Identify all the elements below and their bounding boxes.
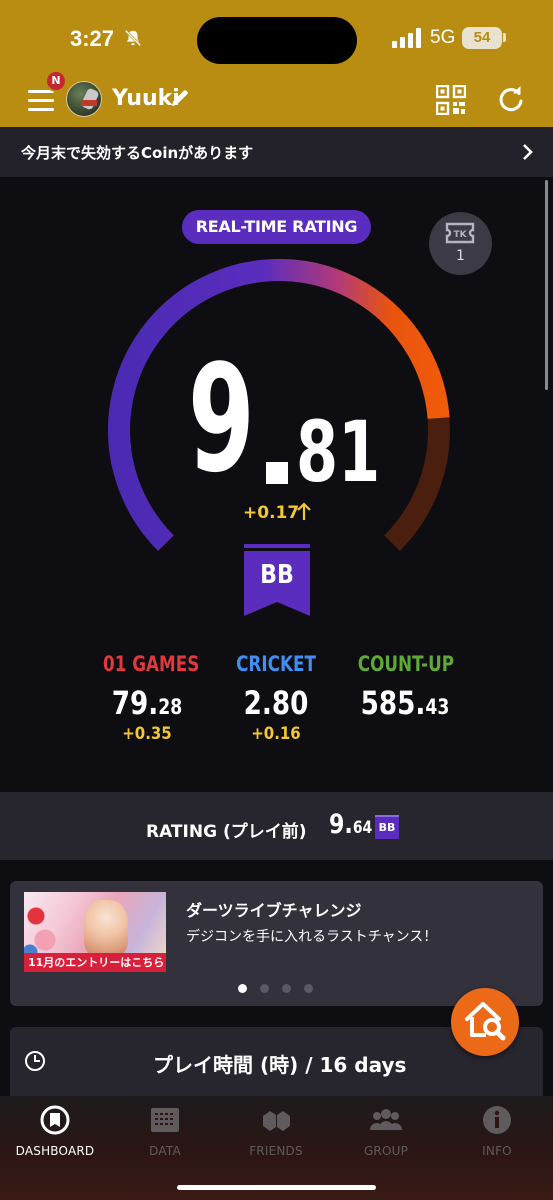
stat-delta: +0.35 bbox=[122, 724, 172, 744]
tab-label: INFO bbox=[482, 1144, 512, 1158]
tab-label: GROUP bbox=[363, 1144, 409, 1158]
menu-button[interactable] bbox=[28, 90, 54, 112]
carousel-dots bbox=[238, 984, 318, 994]
menu-bar bbox=[28, 108, 54, 111]
event-carousel-card[interactable]: 11月のエントリーはこちら ▶ ダーツライブチャレンジ デジコンを手に入れるラス… bbox=[10, 881, 543, 1006]
battery-indicator: 54 bbox=[462, 27, 502, 49]
home-search-icon bbox=[465, 1002, 506, 1041]
tab-dashboard[interactable]: DASHBOARD bbox=[0, 1104, 110, 1164]
status-bar: 3:27 5G 54 bbox=[0, 0, 553, 78]
tab-label: DATA bbox=[149, 1144, 181, 1158]
carousel-dot[interactable] bbox=[238, 984, 247, 993]
rating-delta: +0.17 bbox=[243, 503, 300, 523]
tab-group[interactable]: GROUP bbox=[331, 1104, 441, 1164]
rating-decimal: 81 bbox=[296, 403, 381, 501]
ticket-icon: TK bbox=[445, 222, 475, 244]
arrow-up-icon bbox=[297, 502, 311, 520]
event-title: ダーツライブチャレンジ bbox=[186, 901, 362, 920]
rating-before-label: RATING (プレイ前) bbox=[146, 822, 307, 842]
real-time-rating-badge: REAL-TIME RATING bbox=[182, 210, 371, 244]
notification-badge[interactable]: N bbox=[45, 70, 67, 92]
battery-tip bbox=[503, 33, 506, 42]
group-icon bbox=[370, 1109, 402, 1130]
info-icon bbox=[483, 1106, 511, 1134]
coin-expiry-text: 今月末で失効するCoinがあります bbox=[21, 144, 254, 162]
stat-delta: +0.16 bbox=[251, 724, 301, 744]
event-image-caption: 11月のエントリーはこちら ▶ bbox=[24, 953, 166, 972]
svg-text:TK: TK bbox=[453, 230, 467, 240]
stat-value: 585.43 bbox=[360, 684, 450, 722]
silent-bell-icon bbox=[124, 29, 142, 47]
friends-icon bbox=[263, 1111, 290, 1131]
dynamic-island bbox=[197, 17, 357, 64]
coin-expiry-banner[interactable]: 今月末で失効するCoinがあります bbox=[0, 127, 553, 177]
carousel-dot[interactable] bbox=[304, 984, 313, 993]
data-icon bbox=[151, 1108, 179, 1132]
dashboard-icon bbox=[40, 1105, 70, 1135]
chevron-right-icon bbox=[523, 144, 533, 160]
home-indicator bbox=[177, 1185, 376, 1190]
stat-01-games[interactable]: 01 GAMES 79.28 +0.35 bbox=[92, 652, 202, 744]
signal-icon bbox=[392, 28, 421, 48]
scroll-indicator bbox=[545, 180, 548, 390]
network-type: 5G bbox=[430, 27, 456, 48]
carousel-dot[interactable] bbox=[260, 984, 269, 993]
stat-label: CRICKET bbox=[236, 652, 316, 676]
tab-data[interactable]: DATA bbox=[110, 1104, 220, 1164]
qr-code-icon[interactable] bbox=[436, 85, 466, 115]
event-banner-image[interactable]: 11月のエントリーはこちら ▶ bbox=[24, 892, 166, 972]
stat-cricket[interactable]: CRICKET 2.80 +0.16 bbox=[221, 652, 331, 744]
rating-integer: 9 bbox=[188, 333, 255, 505]
top-header-area: 3:27 5G 54 N Yuuki bbox=[0, 0, 553, 127]
playtime-title: プレイ時間 (時) / 16 days bbox=[153, 1053, 407, 1077]
shop-search-button[interactable] bbox=[451, 988, 519, 1056]
tab-label: DASHBOARD bbox=[15, 1144, 95, 1158]
app-header: N Yuuki bbox=[0, 70, 553, 127]
event-subtitle: デジコンを手に入れるラストチャンス！ bbox=[186, 929, 438, 945]
status-time: 3:27 bbox=[70, 26, 115, 51]
stat-label: COUNT-UP bbox=[357, 652, 455, 676]
tab-friends[interactable]: FRIENDS bbox=[221, 1104, 331, 1164]
tab-info[interactable]: INFO bbox=[442, 1104, 552, 1164]
stat-label: 01 GAMES bbox=[103, 652, 200, 676]
rating-before-value: 9.64 bbox=[329, 809, 373, 840]
refresh-icon[interactable] bbox=[497, 85, 525, 113]
rating-decimal-point bbox=[266, 462, 288, 484]
pencil-icon[interactable] bbox=[170, 88, 190, 108]
clock-icon bbox=[25, 1051, 45, 1071]
tab-label: FRIENDS bbox=[249, 1144, 303, 1158]
rating-class: BB bbox=[260, 560, 294, 590]
stat-count-up[interactable]: COUNT-UP 585.43 bbox=[346, 652, 464, 724]
rating-before-class: BB bbox=[375, 815, 399, 839]
carousel-dot[interactable] bbox=[282, 984, 291, 993]
menu-bar bbox=[28, 99, 54, 102]
stat-value: 2.80 bbox=[243, 684, 309, 722]
stat-value: 79.28 bbox=[111, 684, 183, 722]
rating-before-play: RATING (プレイ前) 9.64 bbox=[0, 792, 553, 860]
avatar[interactable] bbox=[66, 81, 102, 117]
